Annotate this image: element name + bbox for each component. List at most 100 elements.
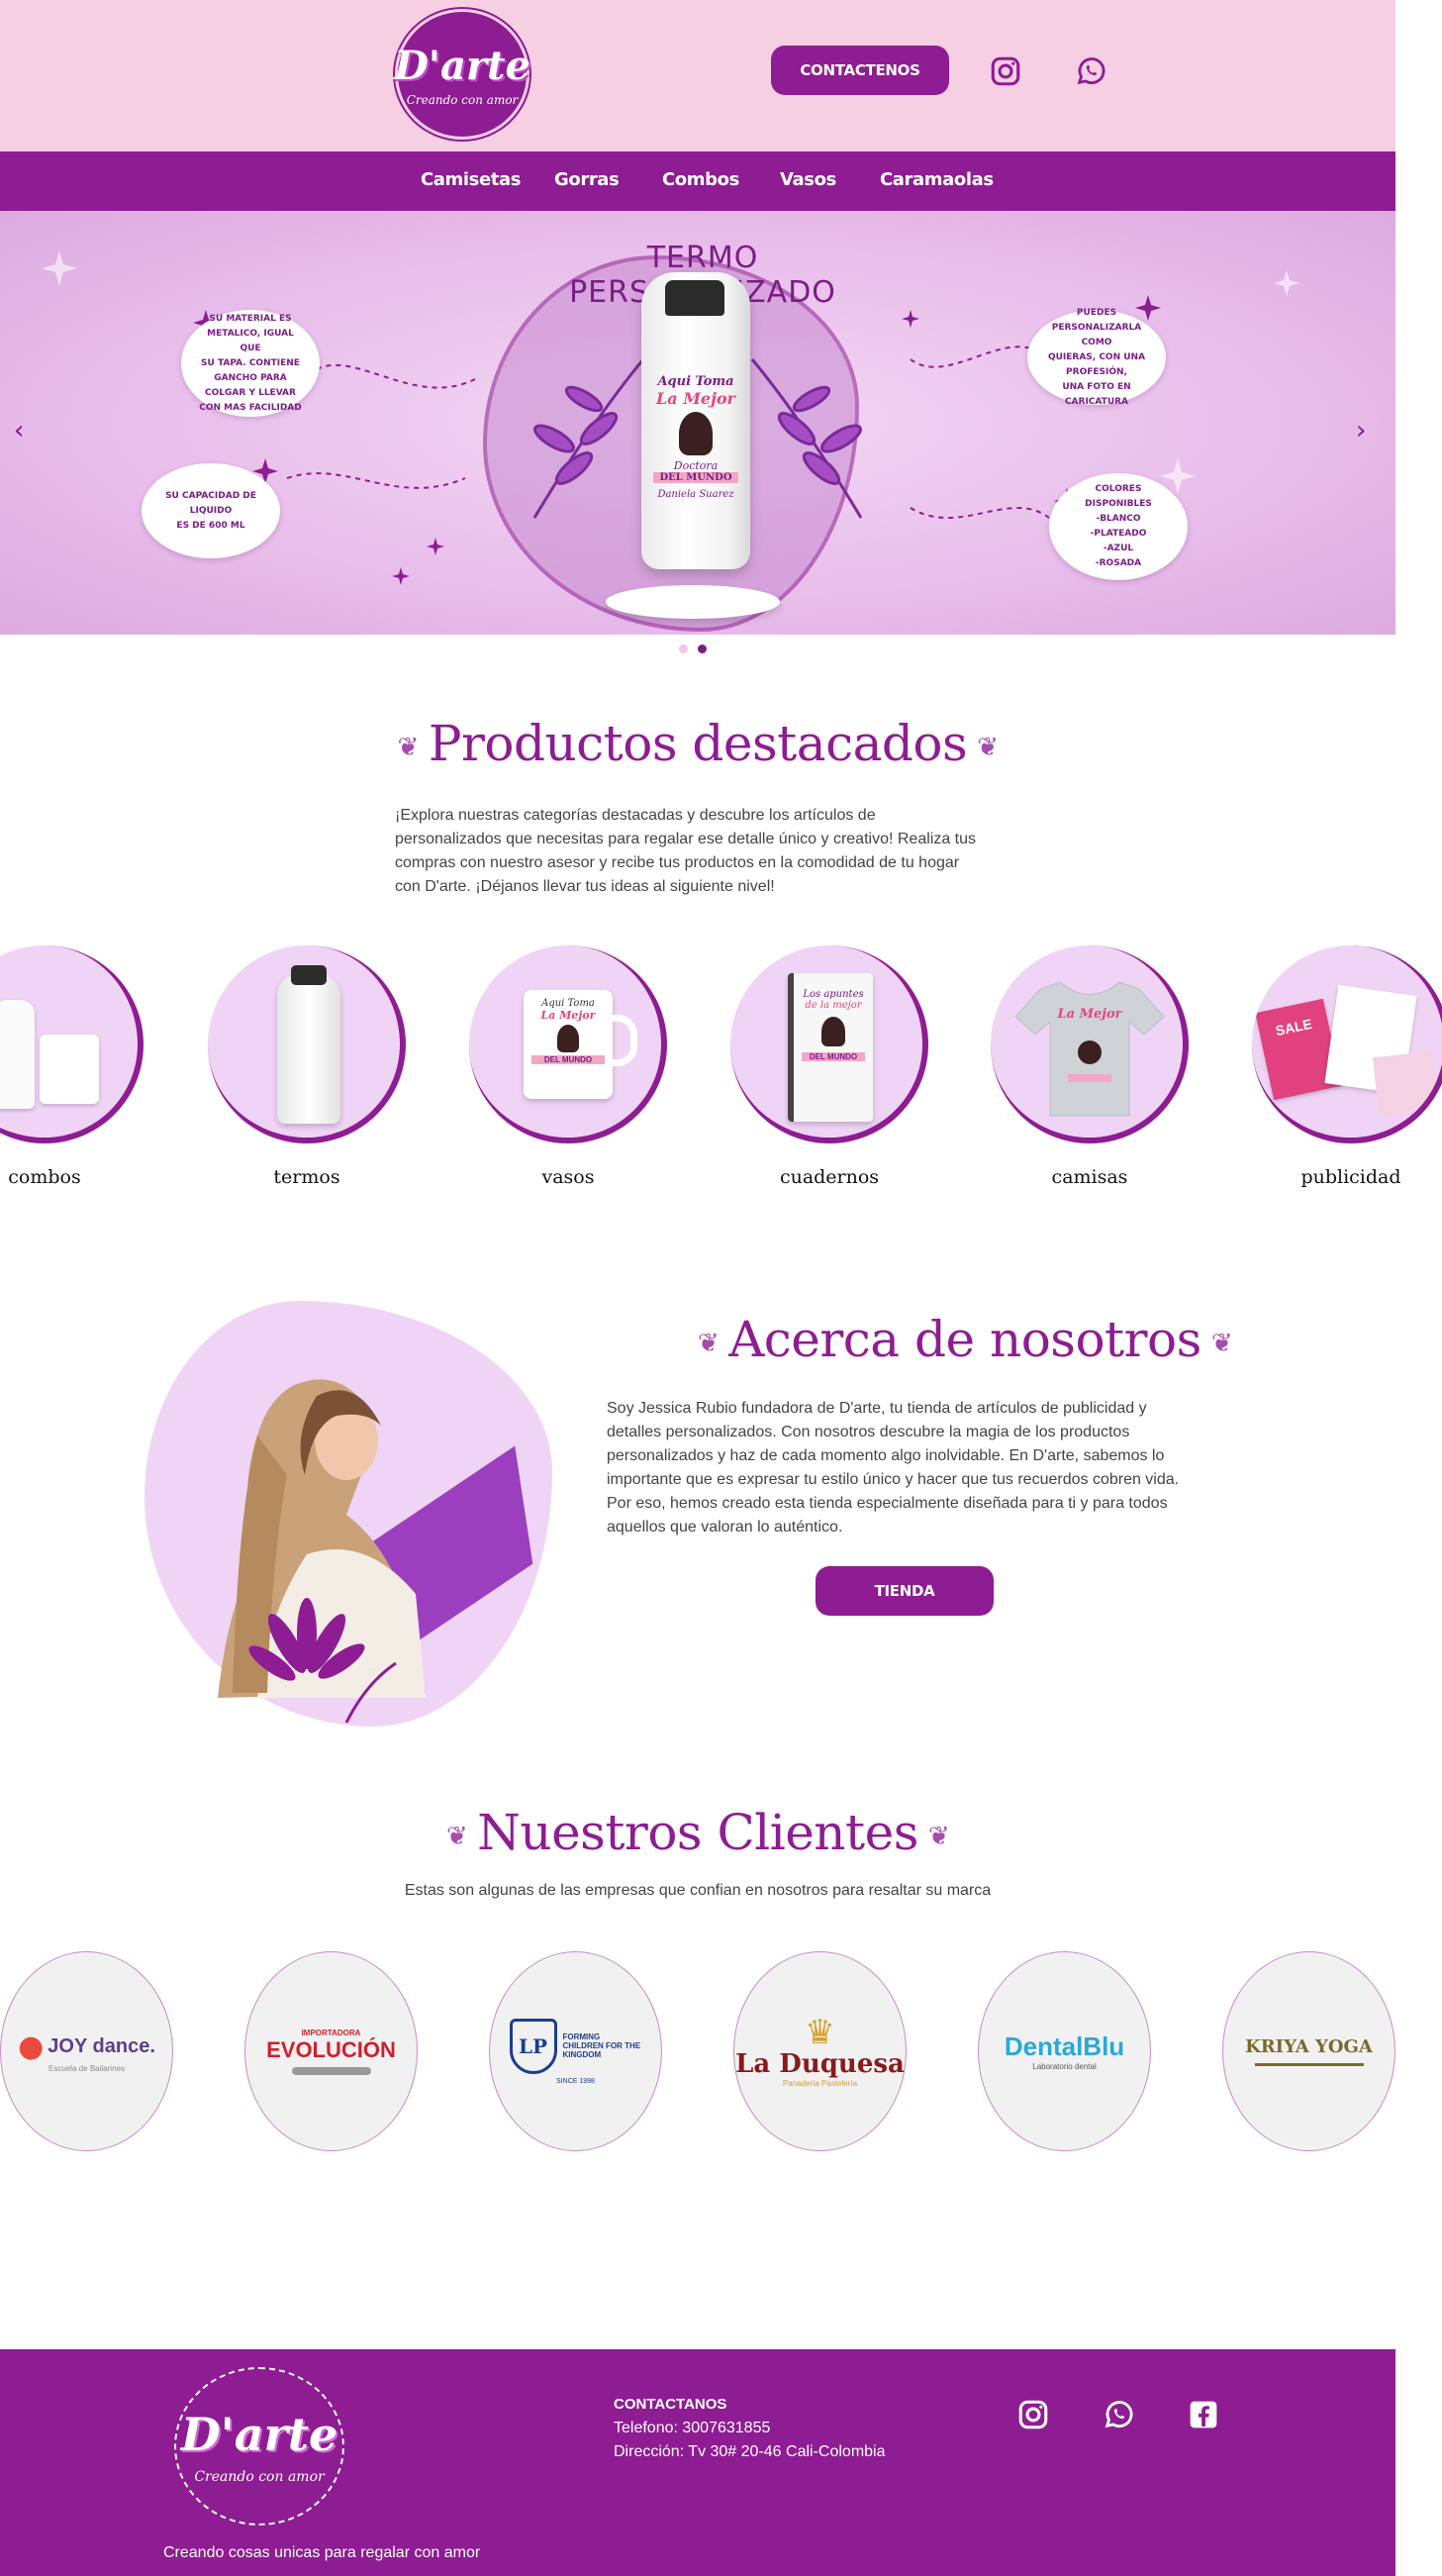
bottle-text-4: DEL MUNDO: [653, 472, 738, 483]
info-bubble-colors: COLORES DISPONIBLES -BLANCO -PLATEADO -A…: [1049, 473, 1188, 580]
category-image: SALE: [1252, 945, 1442, 1143]
flourish-left-icon: ❦: [445, 1822, 468, 1851]
bottle-text-3: Doctora: [673, 459, 719, 472]
pedestal: [606, 585, 780, 619]
client-logo-la-duquesa: ♛ La Duquesa Panadería Pastelería: [733, 1951, 907, 2151]
lp-shield-icon: LP: [509, 2018, 557, 2074]
notebook-text-2: de la mejor: [805, 1000, 862, 1011]
featured-title-row: ❦ Productos destacados ❦: [0, 715, 1395, 772]
client-name: KRIYA YOGA: [1245, 2036, 1373, 2057]
info-bubble-capacity: SU CAPACIDAD DE LIQUIDO ES DE 600 ML: [142, 463, 280, 558]
category-image: Los apuntes de la mejor DEL MUNDO: [730, 945, 928, 1143]
category-label: termos: [273, 1166, 340, 1188]
card-product: [1373, 1051, 1438, 1117]
mug-product: Aqui Toma La Mejor DEL MUNDO: [524, 990, 613, 1099]
category-image: La Mejor: [991, 945, 1189, 1143]
facebook-icon[interactable]: [1184, 2395, 1223, 2434]
combo-mug: [40, 1035, 99, 1104]
featured-title: Productos destacados: [428, 715, 968, 772]
bottle-text-2: La Mejor: [656, 389, 735, 408]
info-bubble-custom: PUEDES PERSONALIZARLA COMO QUIERAS, CON …: [1027, 308, 1166, 407]
mug-text-1: Aqui Toma: [541, 998, 595, 1009]
category-combos[interactable]: combos: [0, 945, 144, 1188]
category-image: Aqui Toma La Mejor DEL MUNDO: [469, 945, 667, 1143]
client-name: FORMING CHILDREN FOR THE KINGDOM: [562, 2032, 641, 2059]
category-camisas[interactable]: La Mejor camisas: [991, 945, 1189, 1188]
doctor-illustration: [821, 1017, 845, 1046]
shirt-product: [1014, 981, 1165, 1117]
tienda-button[interactable]: TIENDA: [816, 1566, 994, 1616]
clients-title: Nuestros Clientes: [477, 1804, 918, 1861]
footer: D'arte Creando con amor Creando cosas un…: [0, 2349, 1395, 2576]
shirt-text: La Mejor: [1057, 1007, 1122, 1022]
slider-dot-2[interactable]: [698, 644, 707, 653]
footer-logo[interactable]: D'arte Creando con amor: [174, 2367, 344, 2526]
category-label: camisas: [1051, 1166, 1128, 1188]
nav-item-camisetas[interactable]: Camisetas: [421, 169, 521, 190]
mug-text-3: DEL MUNDO: [531, 1055, 605, 1064]
slider-dot-1[interactable]: [679, 644, 688, 653]
flourish-left-icon: ❦: [397, 733, 420, 762]
mug-text-2: La Mejor: [540, 1009, 596, 1022]
slider-prev-arrow[interactable]: ‹: [14, 416, 24, 446]
evolucion-swoosh: [291, 2066, 371, 2075]
whatsapp-icon[interactable]: [1071, 51, 1110, 91]
nav-item-vasos[interactable]: Vasos: [780, 169, 836, 190]
category-vasos[interactable]: Aqui Toma La Mejor DEL MUNDO vasos: [469, 945, 667, 1188]
about-title: Acerca de nosotros: [728, 1311, 1202, 1368]
main-nav: Camisetas Gorras Combos Vasos Caramaolas: [0, 151, 1395, 211]
joy-mark-icon: ●: [18, 2030, 45, 2064]
about-description: Soy Jessica Rubio fundadora de D'arte, t…: [607, 1400, 1180, 1536]
top-header: D'arte Creando con amor CONTACTENOS: [0, 0, 1395, 151]
footer-logo-text: D'arte: [180, 2408, 338, 2461]
nav-item-caramaolas[interactable]: Caramaolas: [880, 169, 994, 190]
doctor-illustration: [557, 1025, 579, 1052]
logo[interactable]: D'arte Creando con amor: [394, 9, 530, 140]
contact-button[interactable]: CONTACTENOS: [771, 46, 949, 95]
nav-item-combos[interactable]: Combos: [662, 169, 739, 190]
client-subtitle: SINCE 1998: [556, 2077, 595, 2085]
notebook-product: Los apuntes de la mejor DEL MUNDO: [788, 973, 873, 1122]
notebook-text-3: DEL MUNDO: [802, 1052, 865, 1061]
nav-item-gorras[interactable]: Gorras: [554, 169, 620, 190]
category-image: [208, 945, 406, 1143]
crown-icon: ♛: [805, 2013, 835, 2051]
category-termos[interactable]: termos: [208, 945, 406, 1188]
footer-phone: Telefono: 3007631855: [614, 2420, 771, 2436]
client-subtitle: Panadería Pastelería: [782, 2078, 858, 2088]
clients-subtitle: Estas son algunas de las empresas que co…: [404, 1882, 992, 1899]
info-bubble-material: SU MATERIAL ES METALICO, IGUAL QUE SU TA…: [181, 310, 320, 417]
whatsapp-icon[interactable]: [1099, 2395, 1138, 2434]
client-logo-joy-dance: ● JOY dance. Escuela de Bailarines: [0, 1951, 173, 2151]
footer-contact-heading: CONTACTANOS: [614, 2396, 727, 2413]
lp-logo: LP FORMING CHILDREN FOR THE KINGDOM: [509, 2018, 642, 2074]
client-name: JOY dance.: [48, 2035, 155, 2057]
flourish-left-icon: ❦: [697, 1329, 720, 1358]
category-cuadernos[interactable]: Los apuntes de la mejor DEL MUNDO cuader…: [730, 945, 928, 1188]
slider-next-arrow[interactable]: ›: [1356, 416, 1366, 446]
clients-title-row: ❦ Nuestros Clientes ❦: [0, 1804, 1395, 1861]
client-logo-dentalblu: DentalBlu Laboratorio dental: [978, 1951, 1151, 2151]
mug-handle: [610, 1015, 637, 1066]
flourish-right-icon: ❦: [977, 733, 999, 762]
flourish-right-icon: ❦: [927, 1822, 950, 1851]
logo-text: D'arte: [394, 42, 530, 89]
category-label: combos: [8, 1166, 81, 1188]
featured-description: ¡Explora nuestras categorías destacadas …: [395, 807, 977, 895]
instagram-icon[interactable]: [1013, 2395, 1053, 2434]
category-label: publicidad: [1300, 1166, 1401, 1188]
category-label: vasos: [541, 1166, 595, 1188]
flourish-right-icon: ❦: [1210, 1329, 1233, 1358]
client-name: La Duquesa: [735, 2048, 905, 2079]
leaf-decoration: [248, 1598, 397, 1724]
footer-address: Dirección: Tv 30# 20-46 Cali-Colombia: [614, 2443, 886, 2460]
page: D'arte Creando con amor CONTACTENOS Cami…: [0, 0, 1442, 2576]
client-name: EVOLUCIÓN: [266, 2036, 396, 2062]
flyer-text: SALE: [1274, 1015, 1314, 1040]
category-label: cuadernos: [779, 1166, 880, 1188]
bottle-cap: [665, 280, 724, 316]
hero-slider: TERMO PERSONALIZADO Aqui Toma La Mejor D…: [0, 211, 1395, 635]
instagram-icon[interactable]: [986, 51, 1025, 91]
category-publicidad[interactable]: SALE publicidad: [1252, 945, 1442, 1188]
client-subtitle: Laboratorio dental: [1032, 2062, 1097, 2071]
